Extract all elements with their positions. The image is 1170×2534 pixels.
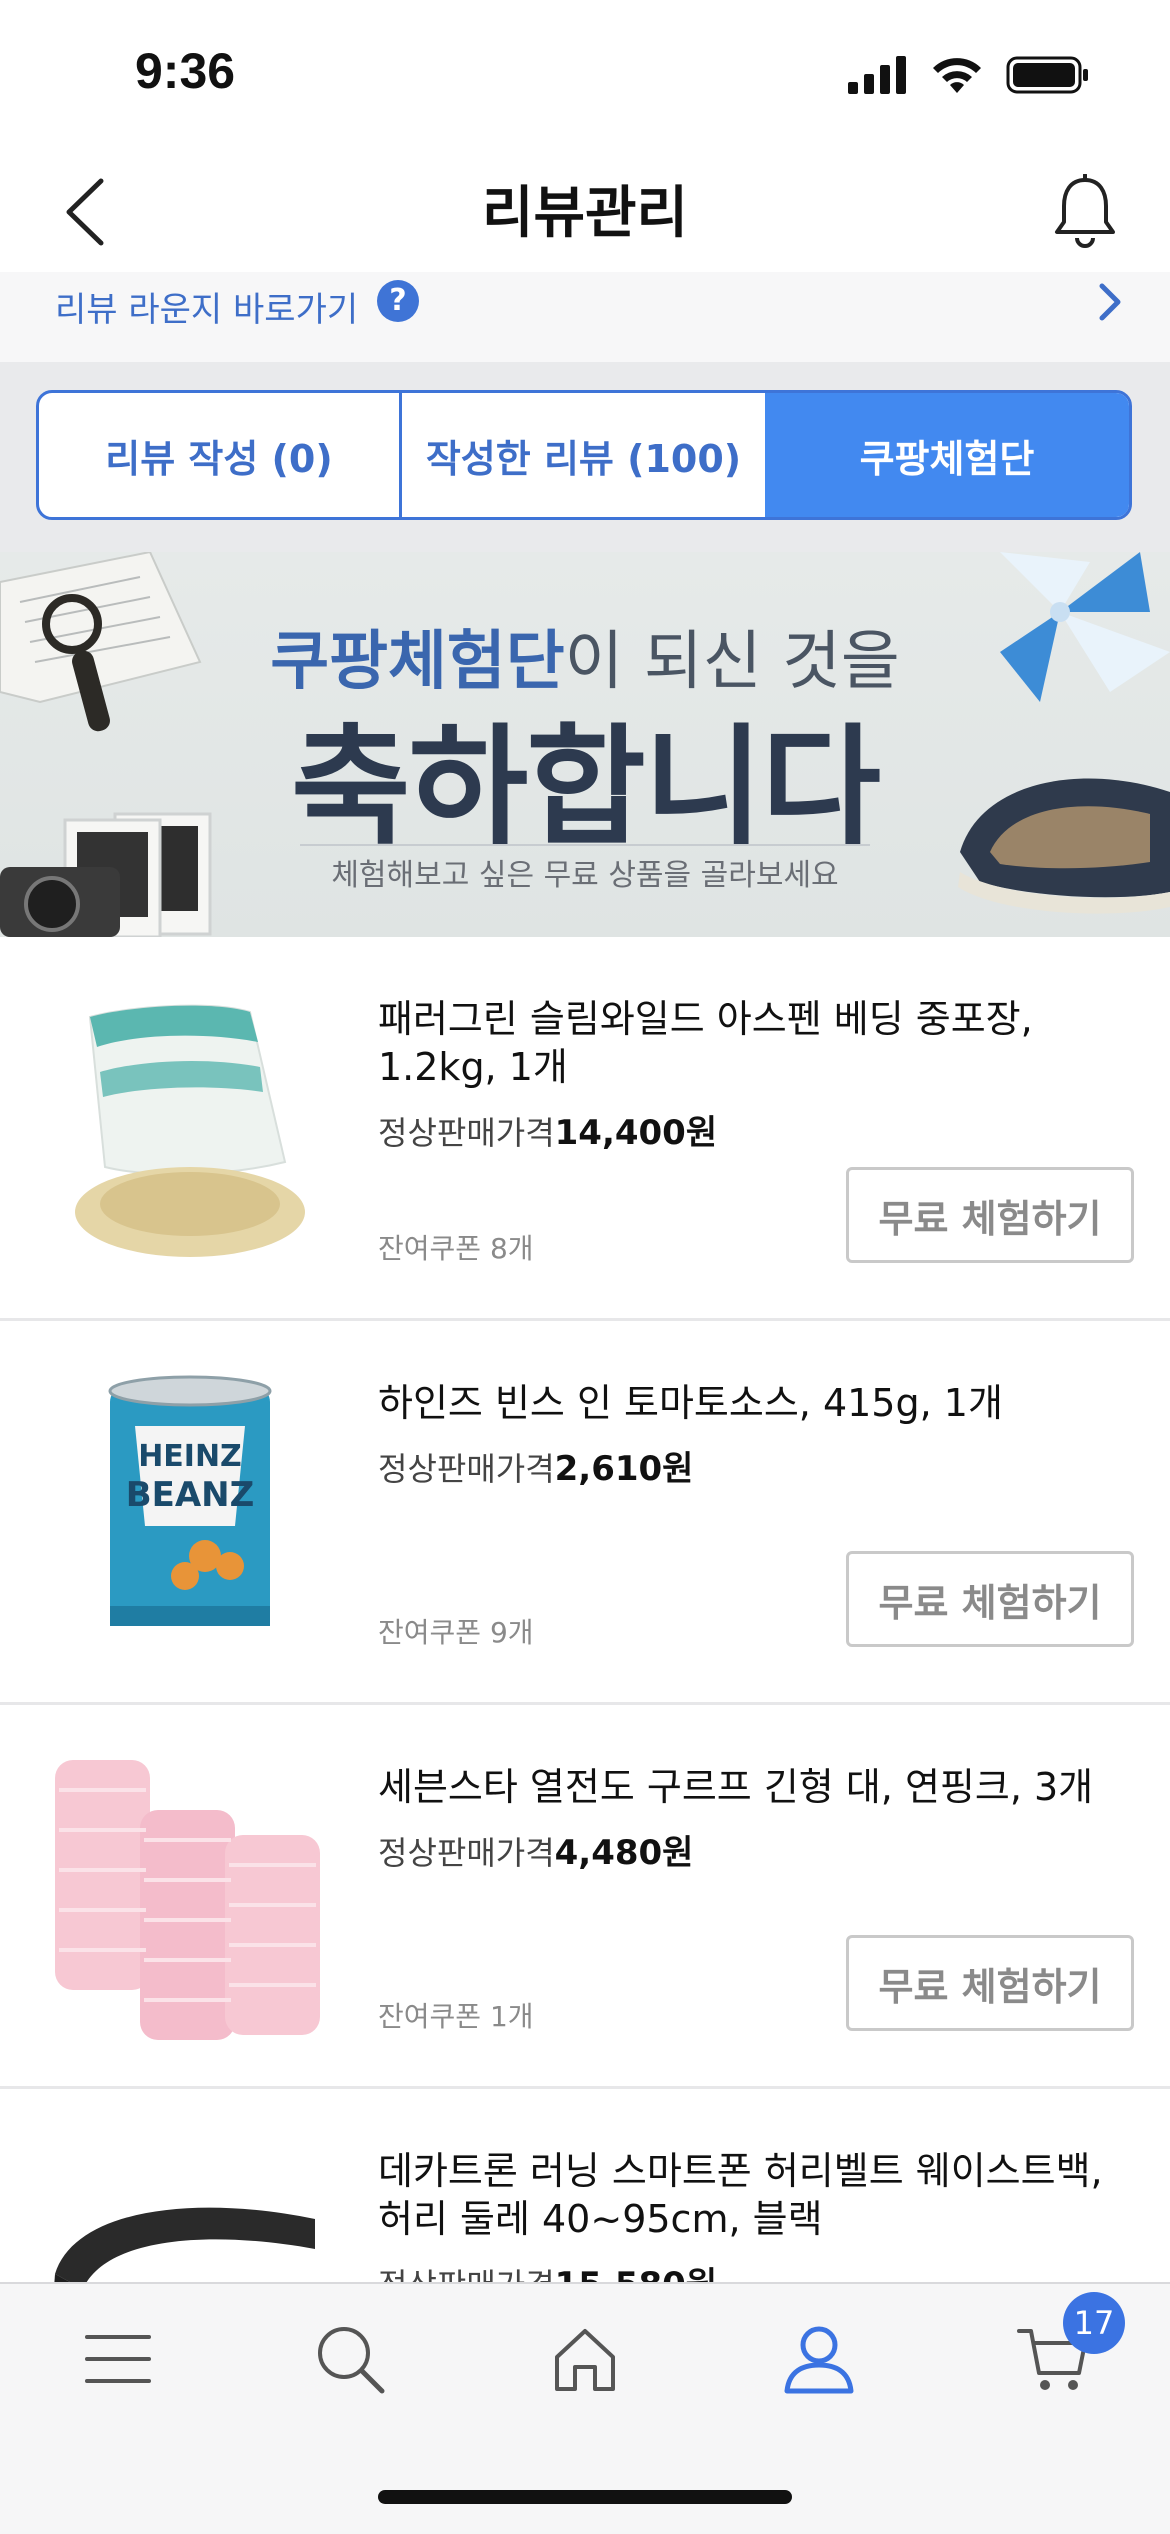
tab-write-review[interactable]: 리뷰 작성 (0)	[39, 393, 402, 517]
svg-text:HEINZ: HEINZ	[138, 1439, 242, 1474]
price-label: 정상판매가격	[378, 1834, 555, 1872]
remaining-coupons: 잔여쿠폰 9개	[378, 1616, 534, 1649]
product-item[interactable]: 세븐스타 열전도 구르프 긴형 대, 연핑크, 3개 정상판매가격4,480원 …	[0, 1705, 1170, 2089]
price-value: 4,480원	[554, 1833, 694, 1873]
price-value: 14,400원	[554, 1113, 718, 1153]
user-icon	[784, 2326, 854, 2394]
review-lounge-label: 리뷰 라운지 바로가기	[55, 290, 359, 330]
product-name: 세븐스타 열전도 구르프 긴형 대, 연핑크, 3개	[378, 1765, 1094, 1809]
free-trial-button[interactable]: 무료 체험하기	[846, 1935, 1134, 2031]
product-thumbnail-heinz-beanz: HEINZ BEANZ	[108, 1375, 272, 1626]
banner-headline-2: 축하합니다	[290, 711, 881, 863]
remaining-coupons: 잔여쿠폰 8개	[378, 1232, 534, 1265]
product-price: 정상판매가격2,610원	[378, 1441, 693, 1490]
tab-coupang-trial[interactable]: 쿠팡체험단	[765, 393, 1129, 517]
wifi-icon	[933, 58, 981, 93]
battery-icon	[1006, 56, 1088, 94]
product-item[interactable]: HEINZ BEANZ 하인즈 빈스 인 토마토소스, 415g, 1개 정상판…	[0, 1321, 1170, 1705]
menu-icon	[85, 2335, 151, 2383]
tabbar-home[interactable]	[540, 2314, 630, 2404]
page-title: 리뷰관리	[481, 181, 689, 246]
free-trial-button[interactable]: 무료 체험하기	[846, 1551, 1134, 1647]
tabs-section: 리뷰 작성 (0) 작성한 리뷰 (100) 쿠팡체험단	[0, 362, 1170, 552]
product-name: 하인즈 빈스 인 토마토소스, 415g, 1개	[378, 1381, 1003, 1425]
tabbar-my-account[interactable]	[774, 2314, 864, 2404]
banner-divider	[300, 844, 870, 846]
price-label: 정상판매가격	[378, 1450, 555, 1488]
product-price: 정상판매가격14,400원	[378, 1105, 717, 1154]
product-thumbnail-aspen-bedding	[75, 1004, 305, 1257]
status-icons	[848, 52, 1090, 98]
product-item[interactable]: 패러그린 슬림와일드 아스펜 베딩 중포장, 1.2kg, 1개 정상판매가격1…	[0, 937, 1170, 1321]
trial-banner: 쿠팡체험단이 되신 것을 축하합니다 체험해보고 싶은 무료 상품을 골라보세요	[0, 552, 1170, 937]
tab-written-reviews[interactable]: 작성한 리뷰 (100)	[402, 393, 765, 517]
home-icon	[555, 2329, 615, 2391]
product-thumbnail-hair-rollers	[55, 1760, 320, 2040]
status-time: 9:36	[135, 43, 236, 99]
home-indicator	[378, 2490, 792, 2504]
status-bar: 9:36	[0, 0, 1170, 150]
help-icon[interactable]: ?	[377, 280, 419, 322]
free-trial-button[interactable]: 무료 체험하기	[846, 1167, 1134, 1263]
price-value: 2,610원	[554, 1449, 694, 1489]
svg-text:BEANZ: BEANZ	[126, 1475, 255, 1515]
trial-product-list: 패러그린 슬림와일드 아스펜 베딩 중포장, 1.2kg, 1개 정상판매가격1…	[0, 937, 1170, 2470]
signal-icon	[848, 56, 906, 94]
product-name: 패러그린 슬림와일드 아스펜 베딩 중포장, 1.2kg, 1개	[378, 997, 1033, 1089]
review-tabs: 리뷰 작성 (0) 작성한 리뷰 (100) 쿠팡체험단	[36, 390, 1132, 520]
tabbar-search[interactable]	[305, 2314, 395, 2404]
notification-button[interactable]	[1040, 166, 1130, 256]
chevron-right-icon	[1099, 283, 1121, 321]
cart-count-badge: 17	[1063, 2292, 1125, 2354]
bell-icon	[1055, 174, 1115, 248]
remaining-coupons: 잔여쿠폰 1개	[378, 2000, 534, 2033]
search-icon	[318, 2327, 385, 2394]
product-name: 데카트론 러닝 스마트폰 허리벨트 웨이스트백, 허리 둘레 40~95cm, …	[378, 2149, 1103, 2241]
product-price: 정상판매가격4,480원	[378, 1825, 693, 1874]
banner-subtitle: 체험해보고 싶은 무료 상품을 골라보세요	[331, 858, 839, 893]
nav-header: 리뷰관리	[0, 150, 1170, 272]
price-label: 정상판매가격	[378, 1114, 555, 1152]
review-lounge-link[interactable]: 리뷰 라운지 바로가기 ?	[0, 272, 1170, 362]
tabbar-menu[interactable]	[73, 2314, 163, 2404]
